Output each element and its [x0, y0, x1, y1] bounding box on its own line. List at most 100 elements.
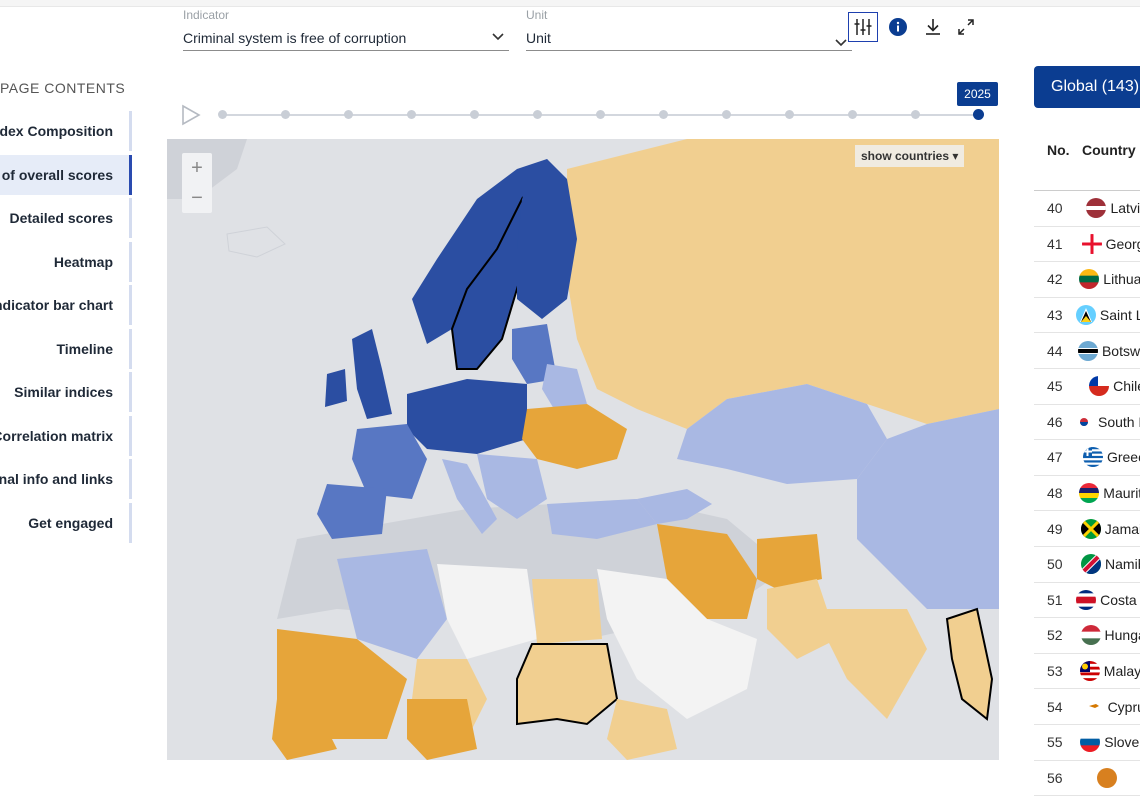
choropleth-map[interactable]	[167, 139, 999, 760]
indicator-value-box[interactable]: Criminal system is free of corruption	[183, 24, 509, 51]
nav-item[interactable]: Additional info and links	[0, 459, 132, 499]
column-header-no[interactable]: No.	[1034, 142, 1082, 158]
country-cell: Slovenia	[1104, 734, 1140, 750]
table-row[interactable]: 41Georgia	[1034, 227, 1140, 263]
column-header-country[interactable]: Country	[1082, 142, 1136, 158]
table-row[interactable]: 50Namibia	[1034, 547, 1140, 583]
nav-item[interactable]: Indicator bar chart	[0, 285, 132, 325]
nav-item[interactable]: Map of overall scores	[0, 155, 132, 195]
zoom-in-button[interactable]: +	[182, 153, 212, 183]
show-countries-dropdown[interactable]: show countries ▾	[855, 145, 964, 167]
nav-item[interactable]: Correlation matrix	[0, 416, 132, 456]
tab-global[interactable]: Global (143)	[1034, 66, 1140, 108]
table-row[interactable]: 43Saint Lucia	[1034, 298, 1140, 334]
play-button[interactable]	[180, 104, 202, 131]
nav-item-label: Detailed scores	[10, 210, 114, 226]
timeline-tick[interactable]	[533, 110, 542, 119]
table-row[interactable]: 45Chile	[1034, 369, 1140, 405]
table-row[interactable]: 47Greece	[1034, 440, 1140, 476]
download-button[interactable]	[918, 12, 948, 42]
map-country-ireland[interactable]	[325, 369, 347, 407]
table-row[interactable]: 52Hungary	[1034, 618, 1140, 654]
expand-button[interactable]	[951, 12, 981, 42]
map-country-russia[interactable]	[567, 139, 999, 429]
info-button[interactable]	[883, 12, 913, 42]
download-icon	[923, 17, 943, 37]
nav-item-label: Map of overall scores	[0, 167, 113, 183]
nav-item[interactable]: Heatmap	[0, 242, 132, 282]
rank-cell: 56	[1034, 770, 1097, 786]
zoom-out-button[interactable]: −	[182, 183, 212, 213]
south-korea-flag-icon	[1074, 412, 1094, 432]
table-row[interactable]: 44Botswana	[1034, 333, 1140, 369]
timeline-tick[interactable]	[281, 110, 290, 119]
map-country-libya[interactable]	[437, 564, 537, 659]
latvia-flag-icon	[1086, 198, 1106, 218]
expand-icon	[957, 18, 975, 36]
map-country-ukraine[interactable]	[522, 404, 627, 469]
timeline-tick[interactable]	[218, 110, 227, 119]
timeline-tick[interactable]	[911, 110, 920, 119]
nav-item-label: Additional info and links	[0, 471, 113, 487]
map-country-iceland[interactable]	[227, 227, 285, 257]
timeline-tick[interactable]	[722, 110, 731, 119]
costa-rica-flag-icon	[1076, 590, 1096, 610]
nav-item[interactable]: Index Composition	[0, 111, 132, 151]
map-country-india[interactable]	[827, 609, 927, 719]
rank-cell: 41	[1034, 236, 1082, 252]
map-country-spain-portugal[interactable]	[317, 484, 387, 539]
unit-value: Unit	[526, 30, 551, 46]
country-cell: Greece	[1107, 449, 1140, 465]
map-country-egypt[interactable]	[532, 579, 602, 644]
map-country-ethiopia[interactable]	[607, 699, 677, 760]
map-country-nigeria[interactable]	[407, 699, 477, 760]
rank-cell: 44	[1034, 343, 1078, 359]
timeline-tick[interactable]	[470, 110, 479, 119]
country-cell: Chile	[1113, 378, 1140, 394]
timeline-tick[interactable]	[785, 110, 794, 119]
table-row[interactable]: 40Latvia	[1034, 191, 1140, 227]
table-row[interactable]: 55Slovenia	[1034, 725, 1140, 761]
unit-value-box[interactable]: Unit	[526, 24, 852, 51]
timeline-tick[interactable]	[659, 110, 668, 119]
nav-item[interactable]: Similar indices	[0, 372, 132, 412]
nav-item-label: Similar indices	[14, 384, 113, 400]
timeline-tick[interactable]	[407, 110, 416, 119]
timeline-tick[interactable]	[344, 110, 353, 119]
country-cell: Saint Lucia	[1100, 307, 1140, 323]
unit-select[interactable]: Unit Unit	[526, 8, 852, 51]
unknown-flag-icon	[1097, 768, 1117, 788]
indicator-select[interactable]: Indicator Criminal system is free of cor…	[183, 8, 509, 51]
table-row[interactable]: 42Lithuania	[1034, 262, 1140, 298]
table-row[interactable]: 51Costa Rica	[1034, 583, 1140, 619]
table-row[interactable]: 46South Korea	[1034, 405, 1140, 441]
page-contents-title: PAGE CONTENTS	[0, 80, 130, 96]
table-row[interactable]: 49Jamaica	[1034, 511, 1140, 547]
country-cell: Malaysia	[1104, 663, 1140, 679]
rank-cell: 54	[1034, 699, 1084, 715]
timeline-tick[interactable]	[596, 110, 605, 119]
map-country-germany-poland[interactable]	[407, 379, 527, 454]
map-country-myanmar[interactable]	[947, 609, 992, 719]
nav-item[interactable]: Detailed scores	[0, 198, 132, 238]
table-row[interactable]: 53Malaysia	[1034, 654, 1140, 690]
map-canvas[interactable]	[167, 139, 999, 760]
table-row[interactable]: 48Mauritius	[1034, 476, 1140, 512]
map-country-uk[interactable]	[352, 329, 392, 419]
nav-item-label: Heatmap	[54, 254, 113, 270]
tab-global-label: Global (143)	[1051, 78, 1139, 96]
show-countries-label: show countries	[861, 149, 949, 163]
map-country-sudan[interactable]	[517, 644, 617, 724]
indicator-value: Criminal system is free of corruption	[183, 30, 406, 46]
map-country-pakistan[interactable]	[767, 579, 837, 659]
nav-item-label: Index Composition	[0, 123, 113, 139]
cyprus-flag-icon	[1084, 697, 1104, 717]
nav-item[interactable]: Timeline	[0, 329, 132, 369]
table-row[interactable]: 56	[1034, 761, 1140, 796]
settings-sliders-button[interactable]	[848, 12, 878, 42]
timeline-handle[interactable]	[973, 109, 984, 120]
timeline-tick[interactable]	[848, 110, 857, 119]
nav-item[interactable]: Get engaged	[0, 503, 132, 543]
table-row[interactable]: 54Cyprus	[1034, 689, 1140, 725]
country-cell: Lithuania	[1103, 271, 1140, 287]
